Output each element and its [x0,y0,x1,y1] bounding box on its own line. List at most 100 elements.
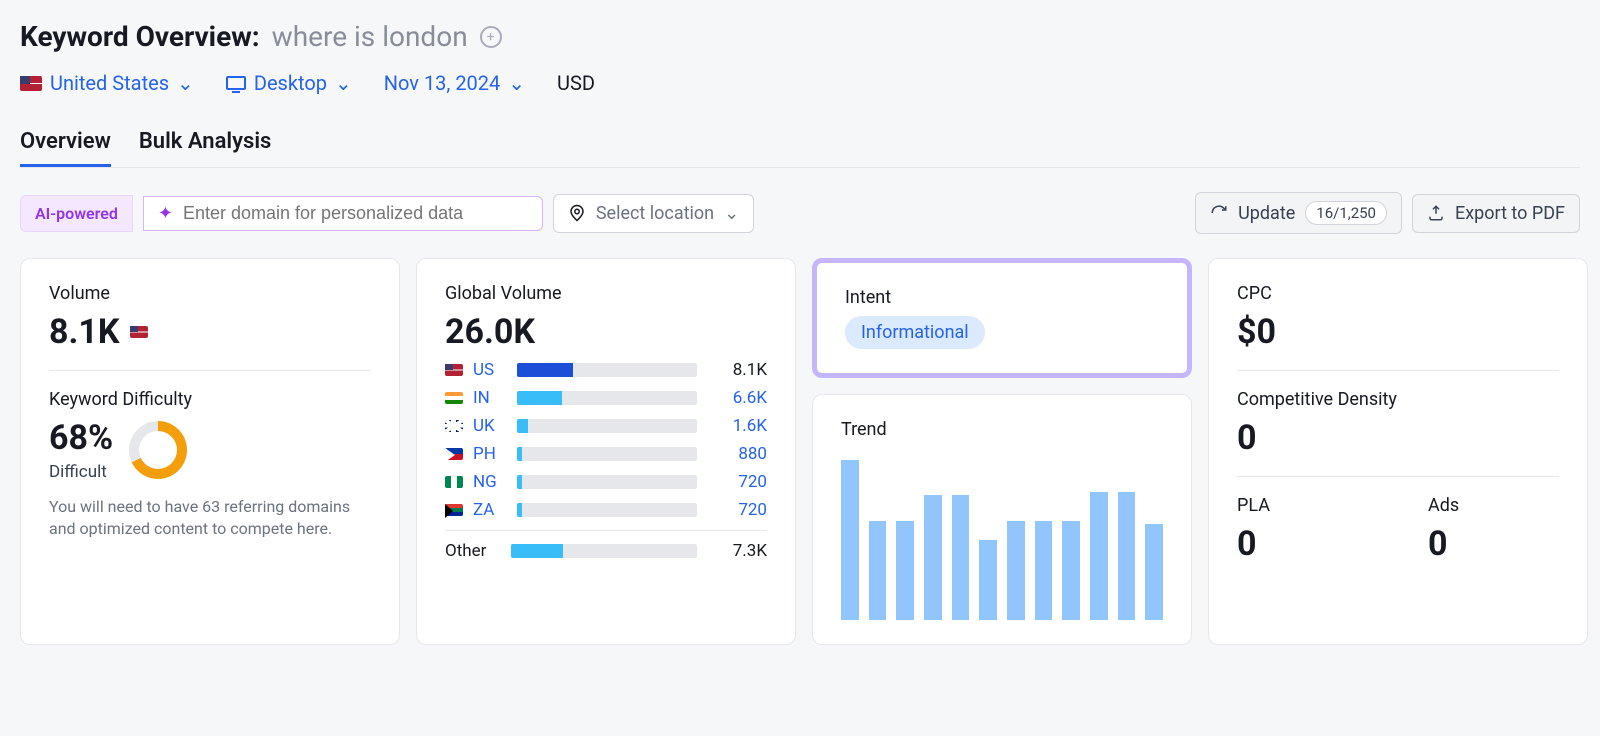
ads-label: Ads [1428,495,1559,516]
kd-description: You will need to have 63 referring domai… [49,496,371,541]
gv-country-code: ZA [473,500,507,520]
in-flag-icon [445,392,463,404]
gv-row[interactable]: NG 720 [445,472,767,492]
intent-label: Intent [845,287,1159,308]
gv-bar [517,363,697,377]
trend-chart [841,460,1163,620]
kd-label: Keyword Difficulty [49,389,371,410]
za-flag-icon [445,504,463,516]
cpc-label: CPC [1237,283,1559,304]
gv-bar [511,544,697,558]
export-icon [1427,204,1445,222]
gv-other-value: 7.3K [707,541,767,561]
us-flag-icon [130,326,148,338]
chevron-down-icon: ⌄ [508,71,525,95]
gv-country-code: UK [473,416,507,436]
chevron-down-icon: ⌄ [724,203,739,224]
location-select[interactable]: Select location ⌄ [553,194,754,233]
kd-row: 68% Difficult [49,418,371,482]
export-button-label: Export to PDF [1455,203,1565,224]
trend-bar [1035,521,1053,620]
country-filter[interactable]: United States ⌄ [20,71,194,95]
trend-bar [1062,521,1080,620]
trend-bar [1007,521,1025,620]
gv-bar [517,475,697,489]
location-select-label: Select location [596,203,714,224]
gv-row[interactable]: UK 1.6K [445,416,767,436]
tab-bulk-analysis[interactable]: Bulk Analysis [139,119,272,167]
global-volume-value: 26.0K [445,312,767,352]
chevron-down-icon: ⌄ [177,71,194,95]
gv-row[interactable]: ZA 720 [445,500,767,520]
us-flag-icon [445,364,463,376]
gv-row[interactable]: US 8.1K [445,360,767,380]
global-volume-label: Global Volume [445,283,767,304]
trend-bar [896,521,914,620]
gv-bar [517,391,697,405]
gv-value: 8.1K [707,360,767,380]
gv-value: 880 [707,444,767,464]
us-flag-icon [20,76,42,91]
country-filter-label: United States [50,71,169,95]
gv-bar [517,503,697,517]
divider [1237,476,1559,477]
trend-bar [952,495,970,620]
cpc-card: CPC $0 Competitive Density 0 PLA 0 Ads 0 [1208,258,1588,645]
export-button[interactable]: Export to PDF [1412,194,1580,233]
page-title-keyword: where is london [272,20,468,53]
gv-value: 720 [707,472,767,492]
gv-country-code: NG [473,472,507,492]
trend-card: Trend [812,394,1192,645]
device-filter[interactable]: Desktop ⌄ [226,71,352,95]
add-keyword-icon[interactable]: + [480,26,502,48]
divider [49,370,371,371]
trend-bar [1118,492,1136,620]
update-button[interactable]: Update 16/1,250 [1195,192,1402,234]
refresh-icon [1210,204,1228,222]
gv-other-row: Other 7.3K [445,541,767,561]
ads-value: 0 [1428,524,1559,564]
volume-card: Volume 8.1K Keyword Difficulty 68% Diffi… [20,258,400,645]
volume-label: Volume [49,283,371,304]
gv-country-code: US [473,360,507,380]
kd-value: 68% [49,418,113,458]
trend-bar [1090,492,1108,620]
filter-bar: United States ⌄ Desktop ⌄ Nov 13, 2024 ⌄… [20,71,1580,95]
uk-flag-icon [445,420,463,432]
cd-label: Competitive Density [1237,389,1559,410]
domain-input-wrapper[interactable]: ✦ [143,196,543,231]
trend-bar [869,521,887,620]
ai-powered-badge: AI-powered [20,195,133,232]
date-filter[interactable]: Nov 13, 2024 ⌄ [384,71,525,95]
gv-other-label: Other [445,541,501,561]
gv-row[interactable]: IN 6.6K [445,388,767,408]
gv-bar [517,447,697,461]
global-volume-card: Global Volume 26.0K US 8.1K IN 6.6K UK 1… [416,258,796,645]
location-pin-icon [568,204,586,222]
ph-flag-icon [445,448,463,460]
intent-value[interactable]: Informational [845,316,985,349]
trend-label: Trend [841,419,1163,440]
gv-value: 720 [707,500,767,520]
gv-bar [517,419,697,433]
update-button-label: Update [1238,203,1295,224]
pla-ads-row: PLA 0 Ads 0 [1237,495,1559,564]
device-filter-label: Desktop [254,71,327,95]
page-header: Keyword Overview: where is london + [20,20,1580,53]
metrics-grid: Volume 8.1K Keyword Difficulty 68% Diffi… [20,258,1580,645]
pla-value: 0 [1237,524,1368,564]
domain-input[interactable] [183,203,528,224]
trend-bar [979,540,997,620]
date-filter-label: Nov 13, 2024 [384,71,501,95]
chevron-down-icon: ⌄ [335,71,352,95]
desktop-icon [226,76,246,90]
gv-row[interactable]: PH 880 [445,444,767,464]
gv-country-code: PH [473,444,507,464]
kd-donut-chart [129,421,187,479]
trend-bar [1145,524,1163,620]
global-volume-rows: US 8.1K IN 6.6K UK 1.6K PH 880 NG 720 ZA… [445,360,767,520]
gv-value: 6.6K [707,388,767,408]
cd-value: 0 [1237,418,1559,458]
tab-overview[interactable]: Overview [20,119,111,167]
tab-bar: Overview Bulk Analysis [20,119,1580,168]
